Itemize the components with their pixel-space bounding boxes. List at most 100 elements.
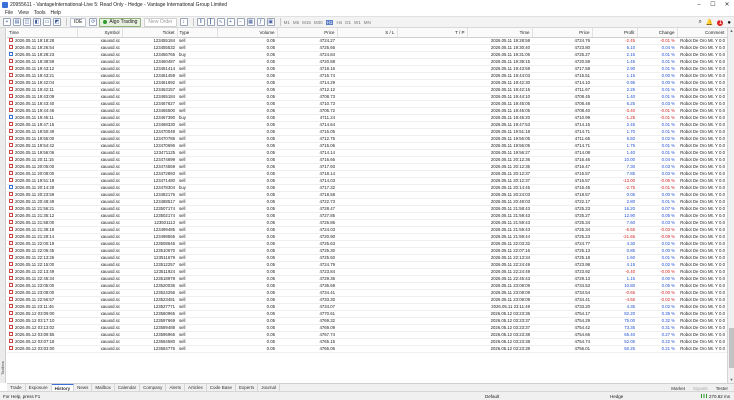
table-row[interactable]: 2026.05.11 23:08:00 xauusd.sc 123524256 sel… (7, 289, 727, 297)
table-row[interactable]: 2026.05.11 21:35:12 xauusd.sc 123502174 sel… (7, 212, 727, 220)
search-icon[interactable]: ⌕ (699, 19, 702, 26)
table-row[interactable]: 2026.05.11 22:56:57 xauusd.sc 123523481 sel… (7, 296, 727, 304)
timeframe-m5[interactable]: M5 (293, 20, 299, 25)
timeframe-w1[interactable]: W1 (354, 20, 361, 25)
table-row[interactable]: 2026.05.11 21:58:00 xauusd.sc 123501113 sel… (7, 219, 727, 227)
terminal-icon[interactable]: ▭ (43, 18, 51, 26)
table-row[interactable]: 2026.05.12 03:13:02 xauusd.sc 123589488 sel… (7, 324, 727, 332)
column-header-change[interactable]: Change (637, 28, 678, 38)
table-row[interactable]: 2026.05.11 19:42:04 xauusd.sc 123461692 sel… (7, 79, 727, 87)
column-header-time[interactable]: Time (7, 28, 78, 38)
notifications-icon[interactable]: 🔔 (706, 19, 713, 26)
timeframe-mn[interactable]: MN (364, 20, 371, 25)
timeframe-d1[interactable]: D1 (345, 20, 351, 25)
column-header-ticket[interactable]: Ticket (122, 28, 178, 38)
table-row[interactable]: 2026.05.11 19:43:40 xauusd.sc 123467627 sel… (7, 100, 727, 108)
signals-tab[interactable]: Signals (693, 386, 708, 391)
profiles-icon[interactable]: ▤ (13, 18, 21, 26)
column-header-comment[interactable]: Comment (677, 28, 727, 38)
menu-file[interactable]: File (5, 10, 13, 16)
table-row[interactable]: 2026.05.11 22:00:19 xauusd.sc 123508646 sel… (7, 240, 727, 248)
table-row[interactable]: 2026.05.11 19:45:11 xauusd.sc 123467390 buy… (7, 114, 727, 122)
market-watch-icon[interactable]: ◫ (23, 18, 31, 26)
timeframe-h1[interactable]: H1 (325, 19, 334, 25)
table-row[interactable]: 2026.05.11 22:15:00 xauusd.sc 123512257 sel… (7, 261, 727, 269)
table-row[interactable]: 2026.05.12 03:09:55 xauusd.sc 123595966 sel… (7, 331, 727, 339)
table-row[interactable]: 2026.05.11 21:56:21 xauusd.sc 123507174 sel… (7, 205, 727, 213)
table-row[interactable]: 2026.05.12 03:09:00 xauusd.sc 123560965 sel… (7, 310, 727, 318)
table-row[interactable]: 2026.05.11 23:05:00 xauusd.sc 123520036 sel… (7, 282, 727, 290)
table-row[interactable]: 2026.05.11 23:11:46 xauusd.sc 123527771 sel… (7, 303, 727, 311)
timeframe-h4[interactable]: H4 (336, 20, 342, 25)
account-icon[interactable]: ● (727, 20, 731, 26)
market-tab[interactable]: Market (671, 386, 685, 391)
zoom-in-icon[interactable]: + (226, 18, 235, 26)
table-row[interactable]: 2026.05.12 03:07:18 xauusd.sc 123594580 sel… (7, 338, 727, 346)
timeframe-m30[interactable]: M30 (314, 20, 323, 25)
depth-of-market-icon[interactable]: ↕ (179, 18, 188, 26)
table-row[interactable]: 2026.05.11 19:38:59 xauusd.sc 123460487 sel… (7, 58, 727, 66)
table-row[interactable]: 2026.05.11 19:18:28 xauusd.sc 123455184 sel… (7, 37, 727, 45)
algo-trading-button[interactable]: Algo Trading (99, 17, 142, 27)
zoom-out-icon[interactable]: − (236, 18, 245, 26)
table-row[interactable]: 2026.05.11 20:11:15 xauusd.sc 123474699 sel… (7, 156, 727, 164)
close-button[interactable]: ✕ (720, 0, 734, 9)
column-header-price[interactable]: Price (277, 28, 338, 38)
new-order-button[interactable]: New Order (144, 17, 177, 27)
table-row[interactable]: 2026.05.11 19:43:21 xauusd.sc 123461459 sel… (7, 72, 727, 80)
tester-tab[interactable]: Tester (716, 386, 728, 391)
column-header-profit[interactable]: Profit (592, 28, 638, 38)
new-chart-icon[interactable]: + (3, 18, 11, 26)
menu-help[interactable]: Help (51, 10, 61, 16)
table-row[interactable]: 2026.05.11 20:48:49 xauusd.sc 123488517 sel… (7, 198, 727, 206)
timeframe-m1[interactable]: M1 (284, 20, 290, 25)
table-row[interactable]: 2026.05.11 19:47:15 xauusd.sc 123468330 sel… (7, 121, 727, 129)
column-header-sl[interactable]: S / L (337, 28, 398, 38)
table-row[interactable]: 2026.05.11 22:13:26 xauusd.sc 123511679 sel… (7, 254, 727, 262)
scrollbar-thumb[interactable] (729, 328, 734, 368)
table-row[interactable]: 2026.05.12 03:03:00 xauusd.sc 123584776 sel… (7, 345, 727, 353)
table-row[interactable]: 2026.05.11 20:14:28 xauusd.sc 123478304 buy… (7, 184, 727, 192)
table-row[interactable]: 2026.05.11 22:45:34 xauusd.sc 123518978 sel… (7, 275, 727, 283)
menu-view[interactable]: View (18, 10, 29, 16)
table-row[interactable]: 2026.05.12 03:17:10 xauusd.sc 123597669 sel… (7, 317, 727, 325)
table-row[interactable]: 2026.05.11 22:06:45 xauusd.sc 123510670 sel… (7, 247, 727, 255)
table-row[interactable]: 2026.05.11 22:13:49 xauusd.sc 123511924 sel… (7, 268, 727, 276)
table-row[interactable]: 2026.05.11 19:42:11 xauusd.sc 123463157 sel… (7, 86, 727, 94)
table-row[interactable]: 2026.05.11 20:08:00 xauusd.sc 123472893 sel… (7, 170, 727, 178)
indicators-icon[interactable]: ƒ (256, 18, 265, 26)
connection-status[interactable]: 270.82 ms (700, 394, 730, 399)
column-header-close-time[interactable]: Time (467, 28, 533, 38)
menu-tools[interactable]: Tools (34, 10, 46, 16)
table-row[interactable]: 2026.05.11 19:54:42 xauusd.sc 123470696 sel… (7, 142, 727, 150)
line-chart-icon[interactable]: ∿ (216, 18, 225, 26)
bar-chart-icon[interactable]: ‖ (196, 18, 205, 26)
table-row[interactable]: 2026.05.11 19:43:09 xauusd.sc 123465184 sel… (7, 93, 727, 101)
table-row[interactable]: 2026.05.11 19:26:54 xauusd.sc 123455532 sel… (7, 44, 727, 52)
navigator-icon[interactable]: ◧ (33, 18, 41, 26)
ide-button[interactable]: IDE (70, 17, 87, 27)
table-row[interactable]: 2026.05.11 19:28:23 xauusd.sc 123456766 buy… (7, 51, 727, 59)
history-center-icon[interactable]: ⟳ (89, 18, 98, 26)
table-row[interactable]: 2026.05.11 19:50:49 xauusd.sc 123470049 sel… (7, 128, 727, 136)
timeframe-m15[interactable]: M15 (302, 20, 311, 25)
maximize-button[interactable]: ☐ (706, 0, 720, 9)
column-header-symbol[interactable]: Symbol (77, 28, 123, 38)
minimize-button[interactable]: – (692, 0, 706, 9)
vertical-scrollbar[interactable]: ▲ ▼ (727, 28, 734, 383)
table-row[interactable]: 2026.05.11 19:56:06 xauusd.sc 123471125 sel… (7, 149, 727, 157)
column-header-close-price[interactable]: Price (532, 28, 593, 38)
table-row[interactable]: 2026.05.11 19:55:00 xauusd.sc 123470786 sel… (7, 135, 727, 143)
toolbox-strip[interactable]: Toolbox (0, 28, 6, 383)
tile-windows-icon[interactable]: ▦ (246, 18, 255, 26)
strategy-tester-icon[interactable]: ◩ (53, 18, 61, 26)
scroll-up-icon[interactable]: ▲ (728, 28, 734, 34)
table-row[interactable]: 2026.05.11 19:51:18 xauusd.sc 123471480 sel… (7, 177, 727, 185)
candlestick-chart-icon[interactable]: ┃ (206, 18, 215, 26)
table-row[interactable]: 2026.05.11 21:28:14 xauusd.sc 123498565 sel… (7, 233, 727, 241)
table-row[interactable]: 2026.05.11 21:38:18 xauusd.sc 123499485 sel… (7, 226, 727, 234)
table-row[interactable]: 2026.05.11 20:05:00 xauusd.sc 123474559 sel… (7, 163, 727, 171)
column-header-type[interactable]: Type (177, 28, 218, 38)
table-row[interactable]: 2026.05.11 19:43:12 xauusd.sc 123461414 sel… (7, 65, 727, 73)
table-row[interactable]: 2026.05.11 19:44:46 xauusd.sc 123465500 sel… (7, 107, 727, 115)
